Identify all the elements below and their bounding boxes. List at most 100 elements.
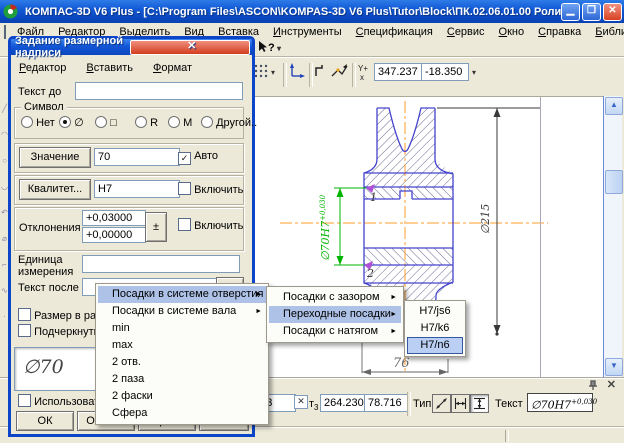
svg-text:Y+: Y+ xyxy=(358,64,368,73)
grid-dropdown-icon[interactable]: ▾ xyxy=(271,68,275,77)
symbol-group-label: Символ xyxy=(21,101,67,113)
unit-label: Единицаизмерения xyxy=(18,254,73,278)
grid-icon[interactable] xyxy=(254,64,268,81)
menu-item-sphere[interactable]: Сфера xyxy=(98,405,266,422)
menu-service[interactable]: Сервис xyxy=(440,24,492,40)
specific-fit-submenu: H7/js6 H7/k6 H7/n6 xyxy=(404,300,466,357)
symbol-radio-square[interactable]: □ xyxy=(95,116,117,129)
menu-item-transition-fits[interactable]: Переходные посадки► xyxy=(269,306,401,323)
dialog-close-icon[interactable]: ✕ xyxy=(130,40,251,55)
point-x-input[interactable]: 264.230 xyxy=(320,394,368,412)
angle-snap-icon[interactable] xyxy=(331,63,348,82)
deviation-upper-input[interactable]: +0,03000 xyxy=(82,210,146,226)
menu-tools[interactable]: Инструменты xyxy=(266,24,349,40)
menu-item-h7k6[interactable]: H7/k6 xyxy=(407,320,463,337)
width-dimension-label: 76 xyxy=(393,356,410,371)
auto-checkbox[interactable]: ✓ Авто xyxy=(178,150,218,165)
text-before-label: Текст до xyxy=(18,86,61,98)
checkbox-icon[interactable] xyxy=(178,218,191,231)
document-icon[interactable] xyxy=(4,25,6,39)
deviation-lower-input[interactable]: +0,00000 xyxy=(82,227,146,243)
radio-icon[interactable] xyxy=(135,116,147,128)
checkbox-icon[interactable] xyxy=(18,324,31,337)
dialog-title-bar[interactable]: Задание размерной надписи ✕ xyxy=(11,39,252,55)
dimension-preview: ∅70 xyxy=(14,347,98,391)
menu-item-interference-fits[interactable]: Посадки с натягом► xyxy=(269,323,401,340)
preview-text: ∅70 xyxy=(23,356,64,378)
menu-item-h7n6[interactable]: H7/n6 xyxy=(407,337,463,354)
step-cursor-icon[interactable] xyxy=(314,64,328,81)
coordinates-icon: Y+x xyxy=(357,63,373,84)
close-icon[interactable]: ✕ xyxy=(603,3,622,21)
panel-close-icon[interactable]: ✕ xyxy=(607,378,616,391)
checkbox-icon[interactable] xyxy=(178,182,191,195)
radio-icon[interactable] xyxy=(168,116,180,128)
vertical-dimension-icon[interactable] xyxy=(470,394,489,413)
menu-item-hole-system[interactable]: Посадки в системе отверстия► xyxy=(98,286,266,303)
menu-item-min[interactable]: min xyxy=(98,320,266,337)
symbol-radio-none[interactable]: Нет xyxy=(21,116,55,129)
menu-item-shaft-system[interactable]: Посадки в системе вала► xyxy=(98,303,266,320)
slanted-dimension-icon[interactable] xyxy=(432,394,451,413)
menu-specification[interactable]: Спецификация xyxy=(349,24,440,40)
menu-item-2-chamfers[interactable]: 2 фаски xyxy=(98,388,266,405)
quality-button[interactable]: Квалитет... xyxy=(19,179,91,200)
radio-selected-icon[interactable] xyxy=(59,116,71,128)
type-label: Тип xyxy=(413,398,431,410)
coords-dropdown-icon[interactable]: ▾ xyxy=(472,68,476,77)
dialog-menu-format[interactable]: Формат xyxy=(153,62,192,74)
dimension-text-input[interactable]: ∅70H7+0,030 xyxy=(527,393,593,412)
dropdown-arrow-icon[interactable]: ▾ xyxy=(275,44,281,53)
checkbox-icon[interactable] xyxy=(18,394,31,407)
menu-help[interactable]: Справка xyxy=(531,24,588,40)
symbol-radio-other[interactable]: Другой.. xyxy=(201,116,257,129)
local-csys-icon[interactable] xyxy=(289,63,305,82)
text-before-input[interactable] xyxy=(75,82,243,100)
menu-item-max[interactable]: max xyxy=(98,337,266,354)
vertical-scrollbar[interactable]: ▲ ▼ xyxy=(603,96,622,377)
value-button[interactable]: Значение xyxy=(19,147,91,168)
dialog-menu-edit[interactable]: Редактор xyxy=(19,62,66,74)
restore-icon[interactable]: ❐ xyxy=(582,3,601,21)
radio-icon[interactable] xyxy=(95,116,107,128)
text-label: Текст xyxy=(495,398,523,410)
underline-checkbox[interactable]: Подчеркнуть xyxy=(18,324,99,338)
value-input[interactable]: 70 xyxy=(94,148,180,166)
radio-icon[interactable] xyxy=(201,116,213,128)
deviation-include-checkbox[interactable]: Включить xyxy=(178,218,243,232)
toolbar-separator xyxy=(283,63,287,87)
menu-item-2-slots[interactable]: 2 паза xyxy=(98,371,266,388)
plus-minus-button[interactable]: ± xyxy=(145,212,167,242)
quality-include-checkbox[interactable]: Включить xyxy=(178,182,243,196)
symbol-radio-radius[interactable]: R xyxy=(135,116,158,129)
scroll-up-icon[interactable]: ▲ xyxy=(605,97,623,115)
checkbox-checked-icon[interactable]: ✓ xyxy=(178,152,191,165)
context-help-icon[interactable]: ? ▾ xyxy=(258,41,281,54)
menu-item-2-holes[interactable]: 2 отв. xyxy=(98,354,266,371)
menu-item-h7js6[interactable]: H7/js6 xyxy=(407,303,463,320)
menu-item-clearance-fits[interactable]: Посадки с зазором► xyxy=(269,289,401,306)
submenu-arrow-icon: ► xyxy=(255,286,262,303)
dialog-menu-insert[interactable]: Вставить xyxy=(86,62,133,74)
ok-button[interactable]: ОК xyxy=(16,411,74,431)
coordinate-y-input[interactable]: -18.350 xyxy=(421,63,469,81)
fit-class-submenu: Посадки с зазором► Переходные посадки► П… xyxy=(266,286,404,343)
position-number-2: 2 xyxy=(366,267,374,280)
horizontal-dimension-icon[interactable] xyxy=(451,394,470,413)
menu-window[interactable]: Окно xyxy=(492,24,532,40)
checkbox-icon[interactable] xyxy=(18,308,31,321)
quality-input[interactable]: H7 xyxy=(94,180,180,198)
scroll-down-icon[interactable]: ▼ xyxy=(605,358,623,376)
unit-input[interactable] xyxy=(82,255,240,273)
coordinate-x-input[interactable]: 347.237 xyxy=(374,63,422,81)
radio-icon[interactable] xyxy=(21,116,33,128)
pin-icon[interactable] xyxy=(588,380,598,394)
menu-libraries[interactable]: Библиотеки xyxy=(588,24,624,40)
app-window: КОМПАС-3D V6 Plus - [C:\Program Files\AS… xyxy=(0,0,624,443)
symbol-radio-metric[interactable]: M xyxy=(168,116,192,129)
minimize-icon[interactable]: ▁ xyxy=(561,3,580,21)
point-lock-icon[interactable]: ✕ xyxy=(294,395,308,409)
scrollbar-thumb[interactable] xyxy=(605,170,623,194)
symbol-radio-diameter[interactable]: ∅ xyxy=(59,116,84,129)
point-y-input[interactable]: 78.716 xyxy=(364,394,408,412)
